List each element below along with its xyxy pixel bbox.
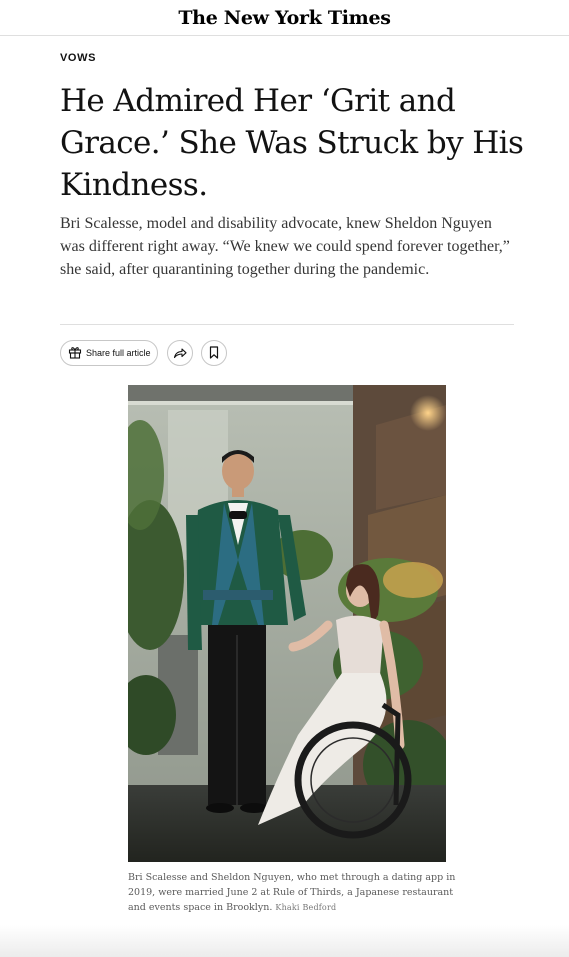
- nyt-logo[interactable]: The New York Times: [178, 7, 391, 29]
- share-full-article-button[interactable]: Share full article: [60, 340, 158, 366]
- section-kicker[interactable]: VOWS: [60, 52, 96, 64]
- share-button-label: Share full article: [86, 348, 151, 358]
- masthead: The New York Times: [0, 0, 569, 36]
- save-button[interactable]: [201, 340, 227, 366]
- photo-credit: Khaki Bedford: [275, 903, 337, 912]
- couple-photo-illustration: [128, 385, 446, 862]
- bookmark-icon: [209, 344, 219, 363]
- share-arrow-icon: [173, 344, 187, 363]
- share-button[interactable]: [167, 340, 193, 366]
- article-summary: Bri Scalesse, model and disability advoc…: [60, 215, 510, 278]
- photo-caption: Bri Scalesse and Sheldon Nguyen, who met…: [128, 870, 458, 915]
- divider: [60, 324, 514, 325]
- page-bottom-fade: [0, 925, 569, 957]
- article-headline: He Admired Her ‘Grit and Grace.’ She Was…: [60, 83, 524, 203]
- article-photo[interactable]: [128, 385, 446, 862]
- gift-icon: [68, 344, 82, 363]
